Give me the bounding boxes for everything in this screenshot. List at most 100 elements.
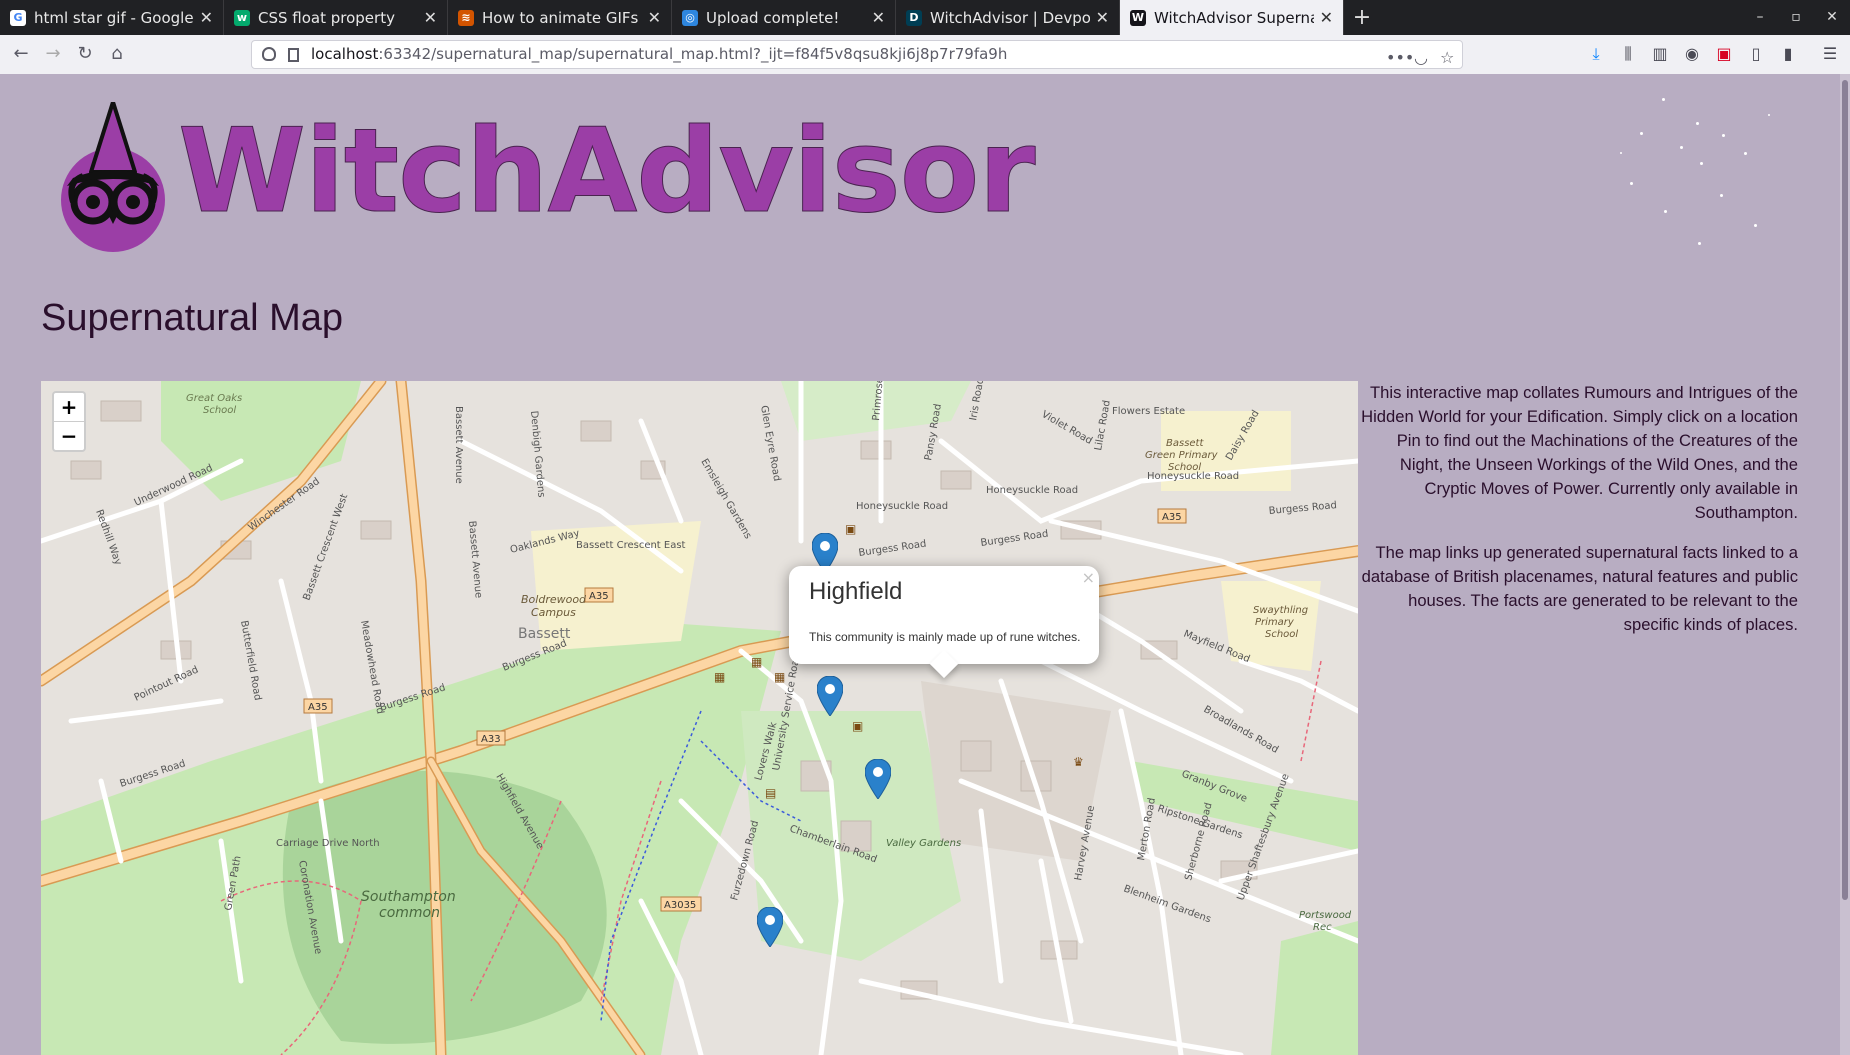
location-pin-icon[interactable]: [817, 676, 843, 716]
tab-title: html star gif - Google Se: [34, 8, 194, 27]
location-popup: × Highfield This community is mainly mad…: [789, 566, 1099, 664]
reload-icon[interactable]: ↻: [74, 43, 96, 65]
popup-close-button[interactable]: ×: [1082, 568, 1095, 587]
account-icon[interactable]: ◉: [1681, 44, 1703, 64]
close-window-icon[interactable]: ✕: [1814, 0, 1850, 35]
sparkle-stars: [1600, 94, 1800, 254]
home-icon[interactable]: ⌂: [106, 43, 128, 65]
page-actions-icon[interactable]: •••: [1386, 44, 1414, 71]
menu-icon[interactable]: ☰: [1819, 44, 1841, 64]
supernatural-map[interactable]: A35 A35 A35 A33 A3035 Great Oaks School …: [41, 381, 1358, 1055]
svg-text:A35: A35: [308, 702, 328, 713]
tab-close-icon[interactable]: ✕: [648, 8, 661, 27]
svg-text:Honeysuckle Road: Honeysuckle Road: [986, 485, 1078, 496]
browser-tab[interactable]: w CSS float property ✕: [224, 0, 448, 35]
owl-witch-logo-icon: [61, 100, 165, 252]
tab-title: Upload complete!: [706, 8, 840, 27]
svg-text:A35: A35: [1162, 512, 1182, 523]
extension-2-icon[interactable]: ▮: [1777, 44, 1799, 64]
svg-text:▦: ▦: [714, 670, 725, 684]
tab-close-icon[interactable]: ✕: [1320, 8, 1333, 27]
shield-icon[interactable]: [262, 47, 276, 61]
svg-text:Bassett Avenue: Bassett Avenue: [453, 406, 464, 484]
window-controls: – ▫ ✕: [1742, 0, 1850, 35]
svg-text:▦: ▦: [774, 670, 785, 684]
tab-favicon-icon: ≋: [458, 9, 474, 26]
url-text: localhost:63342/supernatural_map/superna…: [311, 45, 1008, 63]
svg-text:▣: ▣: [845, 522, 856, 536]
svg-text:Bassett: Bassett: [1166, 438, 1204, 449]
zoom-out-button[interactable]: −: [54, 422, 84, 450]
tab-close-icon[interactable]: ✕: [1096, 8, 1109, 27]
svg-text:Valley Gardens: Valley Gardens: [886, 838, 961, 849]
svg-text:A33: A33: [481, 734, 501, 745]
logo-wordmark: WitchAdvisor: [178, 104, 1037, 239]
svg-text:▦: ▦: [751, 655, 762, 669]
zoom-in-button[interactable]: +: [54, 393, 84, 422]
browser-tab-bar: + – ▫ ✕ Ghtml star gif - Google Se ✕ w CSS …: [0, 0, 1850, 35]
url-bar[interactable]: localhost:63342/supernatural_map/superna…: [251, 40, 1463, 69]
page-info-icon[interactable]: [288, 48, 299, 62]
browser-tab[interactable]: ≋ How to animate GIFs in H ✕: [448, 0, 672, 35]
svg-text:School: School: [203, 405, 236, 416]
logo: [55, 100, 170, 256]
browser-tab[interactable]: D WitchAdvisor | Devpost ✕: [896, 0, 1120, 35]
tab-favicon-icon: G: [10, 9, 26, 26]
tab-favicon-icon: ◎: [682, 9, 698, 26]
svg-text:♛: ♛: [1073, 755, 1084, 769]
popup-title: Highfield: [809, 578, 903, 605]
svg-text:Honeysuckle Road: Honeysuckle Road: [856, 501, 948, 512]
reader-icon[interactable]: ▯: [1745, 44, 1767, 64]
bookmark-star-icon[interactable]: ☆: [1440, 44, 1454, 71]
map-tiles[interactable]: A35 A35 A35 A33 A3035 Great Oaks School …: [41, 381, 1358, 1055]
zoom-control: + −: [52, 391, 86, 452]
browser-tab[interactable]: Ghtml star gif - Google Se ✕: [0, 0, 224, 35]
svg-text:A3035: A3035: [664, 900, 696, 911]
browser-tab[interactable]: W WitchAdvisor Supernatu ✕: [1120, 0, 1344, 35]
popup-body: This community is mainly made up of rune…: [809, 630, 1081, 644]
pocket-icon[interactable]: ◡: [1414, 44, 1428, 71]
svg-text:Primary: Primary: [1255, 617, 1295, 628]
scrollbar-thumb[interactable]: [1842, 80, 1848, 900]
svg-text:Campus: Campus: [531, 606, 576, 619]
restore-icon[interactable]: ▫: [1778, 0, 1814, 35]
tab-favicon-icon: w: [234, 9, 250, 26]
map-description: This interactive map collates Rumours an…: [1360, 381, 1798, 653]
svg-text:▤: ▤: [765, 786, 776, 800]
svg-text:Portswood: Portswood: [1299, 910, 1352, 921]
svg-text:Swaythling: Swaythling: [1253, 605, 1308, 616]
tab-close-icon[interactable]: ✕: [200, 8, 213, 27]
library-icon[interactable]: ⫼: [1617, 44, 1639, 64]
forward-arrow-icon[interactable]: →: [42, 43, 64, 65]
extension-icon[interactable]: ▣: [1713, 44, 1735, 64]
new-tab-button[interactable]: +: [1344, 0, 1380, 35]
page-title: Supernatural Map: [41, 297, 344, 340]
sidebar-icon[interactable]: ▥: [1649, 44, 1671, 64]
browser-tab[interactable]: ◎ Upload complete! ✕: [672, 0, 896, 35]
minimize-icon[interactable]: –: [1742, 0, 1778, 35]
tab-close-icon[interactable]: ✕: [872, 8, 885, 27]
tab-title: CSS float property: [258, 8, 395, 27]
tab-favicon-icon: W: [1130, 9, 1146, 26]
svg-text:Southampton: Southampton: [361, 889, 456, 905]
browser-nav-bar: ← → ↻ ⌂ localhost:63342/supernatural_map…: [0, 35, 1850, 75]
svg-text:Boldrewood: Boldrewood: [521, 593, 587, 606]
tab-title: WitchAdvisor Supernatu: [1154, 8, 1314, 27]
tab-close-icon[interactable]: ✕: [424, 8, 437, 27]
svg-text:Bassett Crescent East: Bassett Crescent East: [576, 540, 686, 551]
svg-text:Great Oaks: Great Oaks: [186, 393, 242, 404]
svg-text:A35: A35: [589, 591, 609, 602]
svg-text:common: common: [379, 905, 440, 921]
svg-text:Flowers Estate: Flowers Estate: [1112, 406, 1185, 417]
svg-text:▣: ▣: [852, 719, 863, 733]
page-scrollbar[interactable]: [1840, 74, 1850, 1055]
back-arrow-icon[interactable]: ←: [10, 43, 32, 65]
svg-text:Green Primary: Green Primary: [1145, 450, 1219, 461]
svg-text:Honeysuckle Road: Honeysuckle Road: [1147, 471, 1239, 482]
downloads-icon[interactable]: ⤓: [1585, 44, 1607, 64]
tab-title: How to animate GIFs in H: [482, 8, 642, 27]
location-pin-icon[interactable]: [757, 907, 783, 947]
location-pin-icon[interactable]: [865, 759, 891, 799]
page-content: WitchAdvisor Supernatural Map A35 A35 A3…: [0, 74, 1840, 1055]
description-paragraph-1: This interactive map collates Rumours an…: [1361, 383, 1798, 522]
